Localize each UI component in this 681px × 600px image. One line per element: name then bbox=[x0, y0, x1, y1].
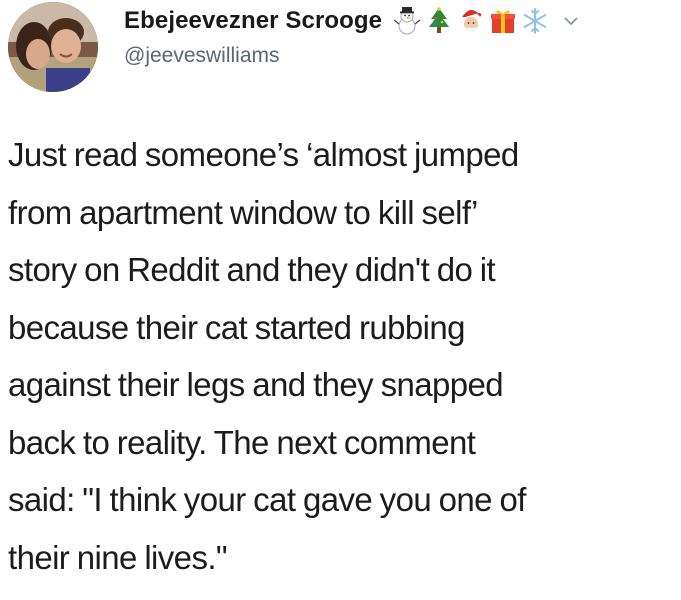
author-names: Ebejeevezner Scrooge @jeeveswilliams bbox=[124, 4, 664, 68]
tweet-text-line: because their cat started rubbing bbox=[8, 308, 465, 346]
tweet-text-line: back to reality. The next comment bbox=[8, 423, 476, 461]
tweet-text-line: from apartment window to kill self’ bbox=[8, 193, 478, 231]
tweet-header: Ebejeevezner Scrooge @jeeveswilliams bbox=[6, 0, 676, 96]
tweet-text-line: their nine lives." bbox=[8, 538, 228, 576]
tweet-text: Just read someone’s ‘almost jumped from … bbox=[8, 126, 676, 586]
avatar[interactable] bbox=[8, 2, 98, 92]
tweet-text-line: Just read someone’s ‘almost jumped bbox=[8, 136, 519, 173]
tweet-card: Ebejeevezner Scrooge @jeeveswilliams Jus… bbox=[0, 0, 681, 600]
snowman-icon bbox=[392, 6, 422, 36]
tweet-text-line: against their legs and they snapped bbox=[8, 366, 504, 403]
name-emojis bbox=[392, 6, 550, 36]
display-name[interactable]: Ebejeevezner Scrooge bbox=[124, 7, 382, 35]
tweet-text-line: said: "I think your cat gave you one of bbox=[8, 481, 526, 518]
snowflake-icon bbox=[520, 6, 550, 36]
tweet-text-line: story on Reddit and they didn't do it bbox=[8, 251, 496, 288]
gift-icon bbox=[488, 6, 518, 36]
chevron-down-icon[interactable] bbox=[562, 12, 580, 30]
display-name-row: Ebejeevezner Scrooge bbox=[124, 4, 664, 38]
christmas-tree-icon bbox=[424, 6, 454, 36]
santa-icon bbox=[456, 6, 486, 36]
author-handle[interactable]: @jeeveswilliams bbox=[124, 44, 664, 68]
